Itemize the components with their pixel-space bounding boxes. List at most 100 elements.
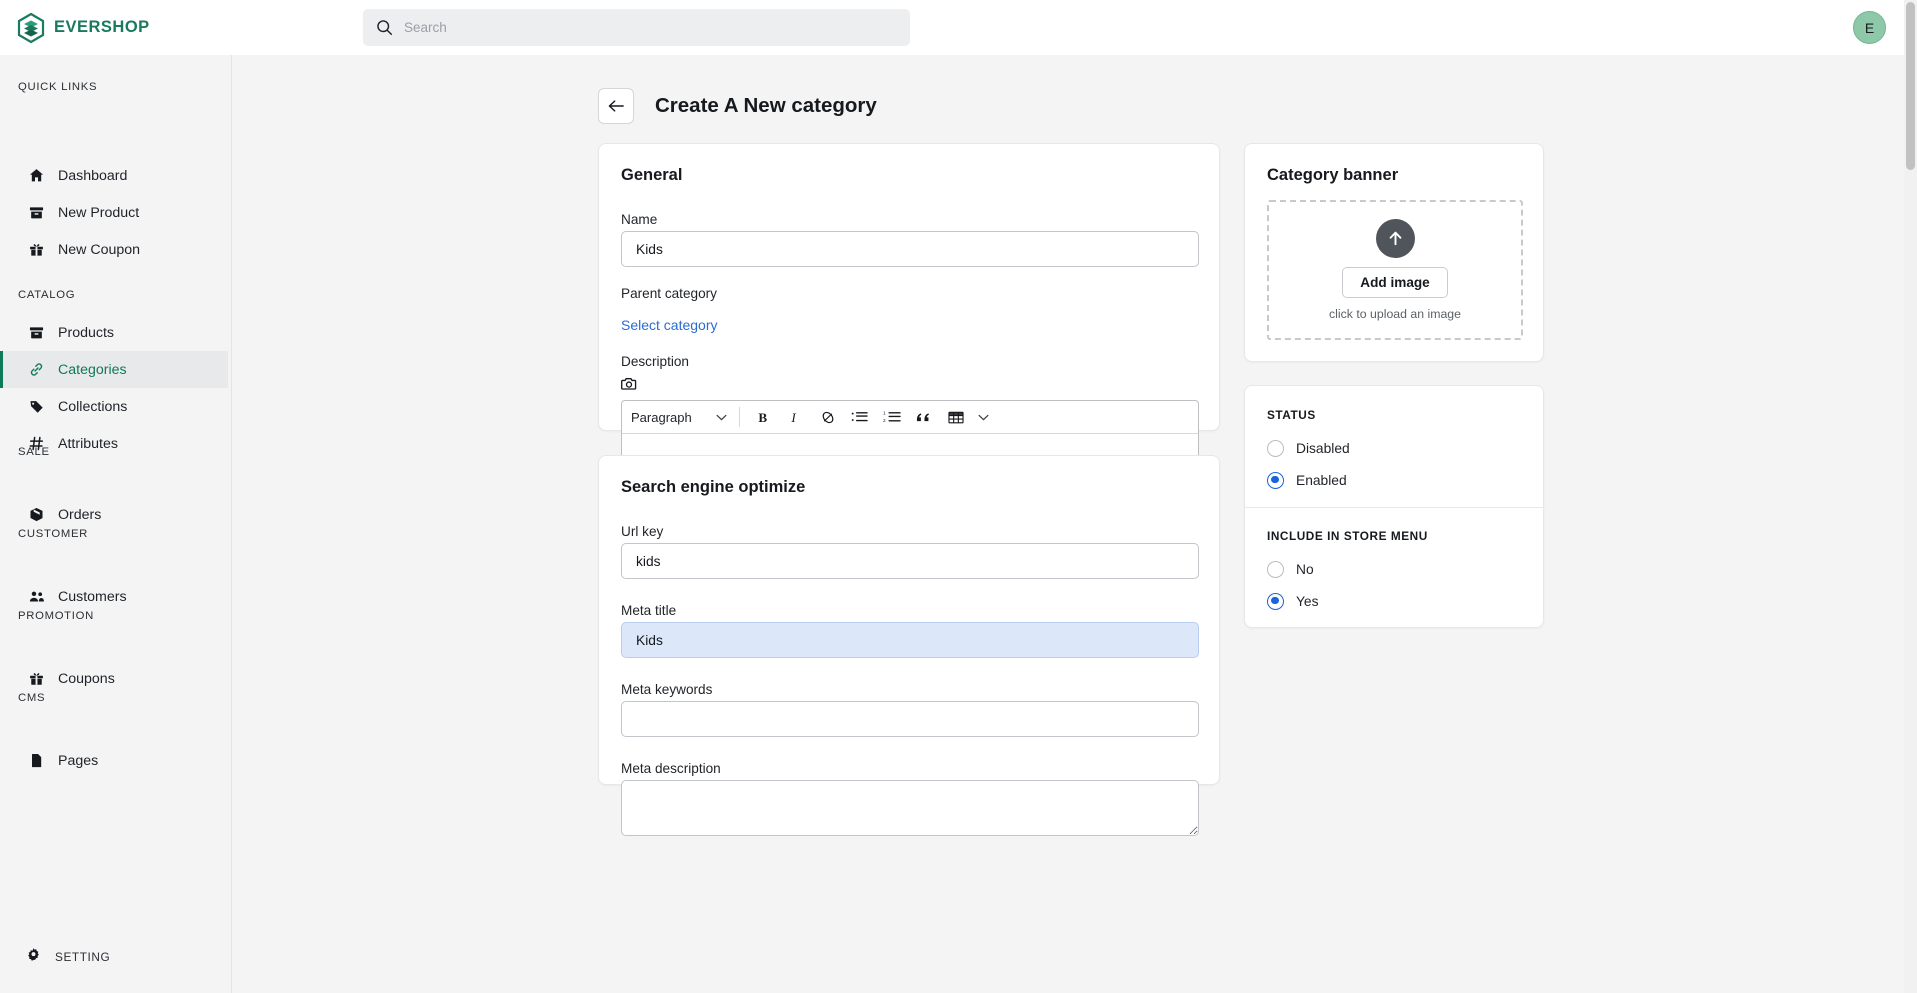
home-icon	[28, 167, 45, 184]
sidebar-section-promotion: PROMOTION	[18, 610, 94, 622]
sidebar-item-label: Coupons	[58, 670, 115, 687]
sidebar-item-categories[interactable]: Categories	[0, 351, 228, 388]
radio-no[interactable]	[1267, 560, 1284, 578]
bold-button[interactable]: B	[750, 404, 777, 431]
sidebar-section-cms: CMS	[18, 692, 46, 704]
sidebar-item-label: Pages	[58, 752, 99, 769]
top-bar: EVERSHOP E	[0, 0, 1917, 55]
table-button[interactable]	[942, 404, 969, 431]
name-label: Name	[621, 212, 658, 227]
sidebar-item-setting[interactable]: SETTING	[0, 942, 228, 972]
name-input[interactable]	[621, 231, 1199, 267]
avatar-initial: E	[1864, 19, 1875, 36]
page-title: Create A New category	[655, 94, 877, 117]
italic-button[interactable]: I	[782, 404, 809, 431]
svg-text:B: B	[758, 410, 767, 425]
brand-name: EVERSHOP	[54, 18, 150, 36]
store-menu-heading: INCLUDE IN STORE MENU	[1267, 529, 1428, 543]
sidebar-setting-label: SETTING	[55, 950, 111, 964]
block-format-value: Paragraph	[631, 409, 692, 425]
editor-toolbar: Paragraph B I 1 2	[622, 401, 1198, 434]
gift-icon	[28, 670, 45, 687]
status-card: STATUS Disabled Enabled INCLUDE IN STORE…	[1244, 385, 1545, 628]
toolbar-divider	[739, 407, 740, 427]
sidebar-item-dashboard[interactable]: Dashboard	[0, 157, 228, 194]
meta-description-textarea[interactable]	[621, 780, 1199, 836]
sidebar-item-label: Products	[58, 324, 114, 341]
image-dropzone[interactable]: Add image click to upload an image	[1267, 200, 1523, 340]
sidebar-item-products[interactable]: Products	[0, 314, 228, 351]
url-key-input[interactable]	[621, 543, 1199, 579]
sidebar-section-catalog: CATALOG	[18, 289, 76, 301]
page-header: Create A New category	[598, 88, 877, 124]
table-chevron-icon[interactable]	[970, 404, 997, 431]
status-block: STATUS Disabled Enabled	[1245, 408, 1545, 496]
evershop-logo-icon	[17, 12, 45, 43]
bullet-list-button[interactable]	[846, 404, 873, 431]
store-menu-option-yes[interactable]: Yes	[1245, 585, 1545, 617]
tag-icon	[28, 398, 45, 415]
sidebar-item-label: New Product	[58, 204, 140, 221]
link-button[interactable]	[814, 404, 841, 431]
package-icon	[28, 506, 45, 523]
radio-enabled[interactable]	[1267, 471, 1284, 489]
gear-icon	[26, 947, 41, 967]
upload-hint: click to upload an image	[1329, 307, 1461, 321]
meta-title-label: Meta title	[621, 603, 677, 618]
scrollbar-thumb[interactable]	[1906, 2, 1915, 170]
category-banner-card: Category banner Add image click to uploa…	[1244, 143, 1544, 362]
store-menu-option-label: No	[1296, 561, 1314, 577]
sidebar-section-customer: CUSTOMER	[18, 528, 89, 540]
meta-keywords-label: Meta keywords	[621, 682, 713, 697]
global-search[interactable]	[363, 9, 910, 46]
brand-logo[interactable]: EVERSHOP	[0, 12, 235, 43]
main-content: Create A New category General Name Paren…	[232, 55, 1905, 993]
svg-text:2: 2	[883, 418, 886, 424]
radio-disabled[interactable]	[1267, 439, 1284, 457]
meta-title-input[interactable]	[621, 622, 1199, 658]
sidebar-item-label: Categories	[58, 361, 127, 378]
numbered-list-button[interactable]: 1 2	[878, 404, 905, 431]
store-menu-option-label: Yes	[1296, 593, 1319, 609]
meta-keywords-input[interactable]	[621, 701, 1199, 737]
chevron-down-icon	[716, 414, 727, 420]
sidebar-item-new-coupon[interactable]: New Coupon	[0, 231, 228, 268]
upload-arrow-icon	[1375, 219, 1415, 258]
radio-yes[interactable]	[1267, 592, 1284, 610]
status-option-enabled[interactable]: Enabled	[1245, 464, 1545, 496]
status-option-disabled[interactable]: Disabled	[1245, 432, 1545, 464]
select-category-link[interactable]: Select category	[621, 317, 718, 333]
document-icon	[28, 752, 45, 769]
svg-text:I: I	[790, 410, 796, 425]
sidebar-item-pages[interactable]: Pages	[0, 742, 228, 779]
search-icon	[377, 20, 393, 36]
sidebar-item-label: Orders	[58, 506, 102, 523]
add-image-button[interactable]: Add image	[1342, 267, 1448, 298]
sidebar-section-quick-links: QUICK LINKS	[18, 81, 98, 93]
camera-icon[interactable]	[621, 376, 637, 396]
sidebar-item-label: Attributes	[58, 435, 118, 452]
blockquote-button[interactable]	[910, 404, 937, 431]
box-icon	[28, 324, 45, 341]
box-icon	[28, 204, 45, 221]
banner-card-title: Category banner	[1267, 166, 1399, 184]
user-avatar[interactable]: E	[1853, 11, 1886, 44]
back-button[interactable]	[598, 88, 634, 124]
status-heading: STATUS	[1267, 408, 1316, 422]
status-option-label: Disabled	[1296, 440, 1350, 456]
page-scrollbar[interactable]	[1904, 0, 1917, 993]
sidebar-item-collections[interactable]: Collections	[0, 388, 228, 425]
svg-text:1: 1	[883, 411, 886, 417]
parent-category-label: Parent category	[621, 286, 717, 301]
store-menu-option-no[interactable]: No	[1245, 553, 1545, 585]
status-option-label: Enabled	[1296, 472, 1347, 488]
search-input[interactable]	[404, 20, 897, 35]
card-divider	[1245, 507, 1545, 508]
sidebar-item-new-product[interactable]: New Product	[0, 194, 228, 231]
sidebar: QUICK LINKS Dashboard New Product New Co…	[0, 55, 232, 993]
meta-description-label: Meta description	[621, 761, 721, 776]
block-format-select[interactable]: Paragraph	[631, 401, 735, 433]
seo-card: Search engine optimize Url key Meta titl…	[598, 455, 1220, 836]
general-card: General Name Parent category Select cate…	[598, 143, 1220, 480]
sidebar-item-label: Customers	[58, 588, 127, 605]
